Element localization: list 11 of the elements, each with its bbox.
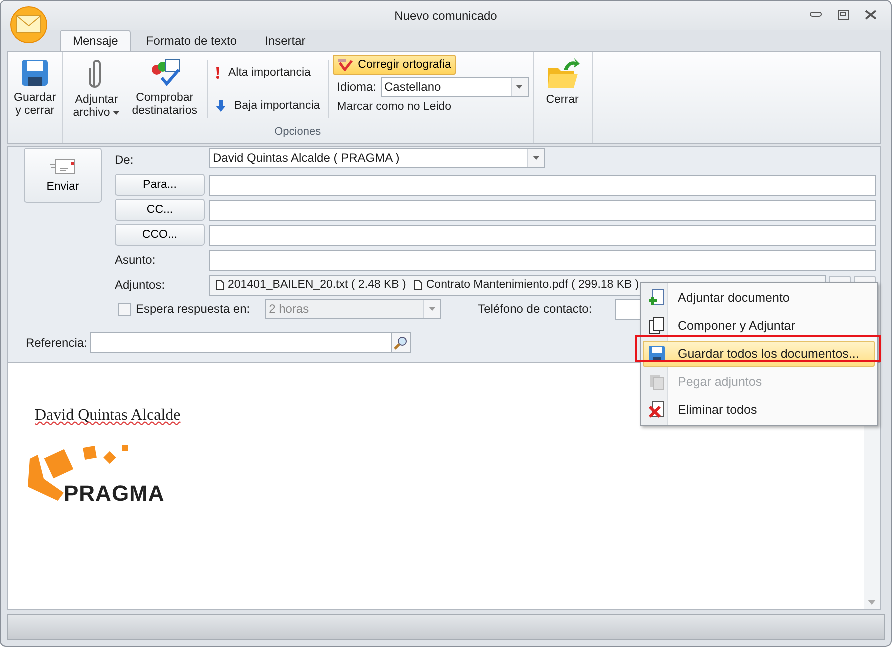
subject-label: Asunto: xyxy=(115,253,157,267)
logo-text: PRAGMA xyxy=(64,481,165,507)
window-title: Nuevo comunicado xyxy=(394,8,498,22)
phone-label: Teléfono de contacto: xyxy=(478,302,592,316)
wait-reply-label: Espera respuesta en: xyxy=(136,302,250,316)
from-label: De: xyxy=(115,153,135,167)
language-label: Idioma: xyxy=(337,80,376,94)
reference-label: Referencia: xyxy=(26,336,88,350)
signature-text: David Quintas Alcalde xyxy=(35,407,181,425)
group-label: Opciones xyxy=(274,126,322,140)
attachments-label: Adjuntos: xyxy=(115,278,166,292)
